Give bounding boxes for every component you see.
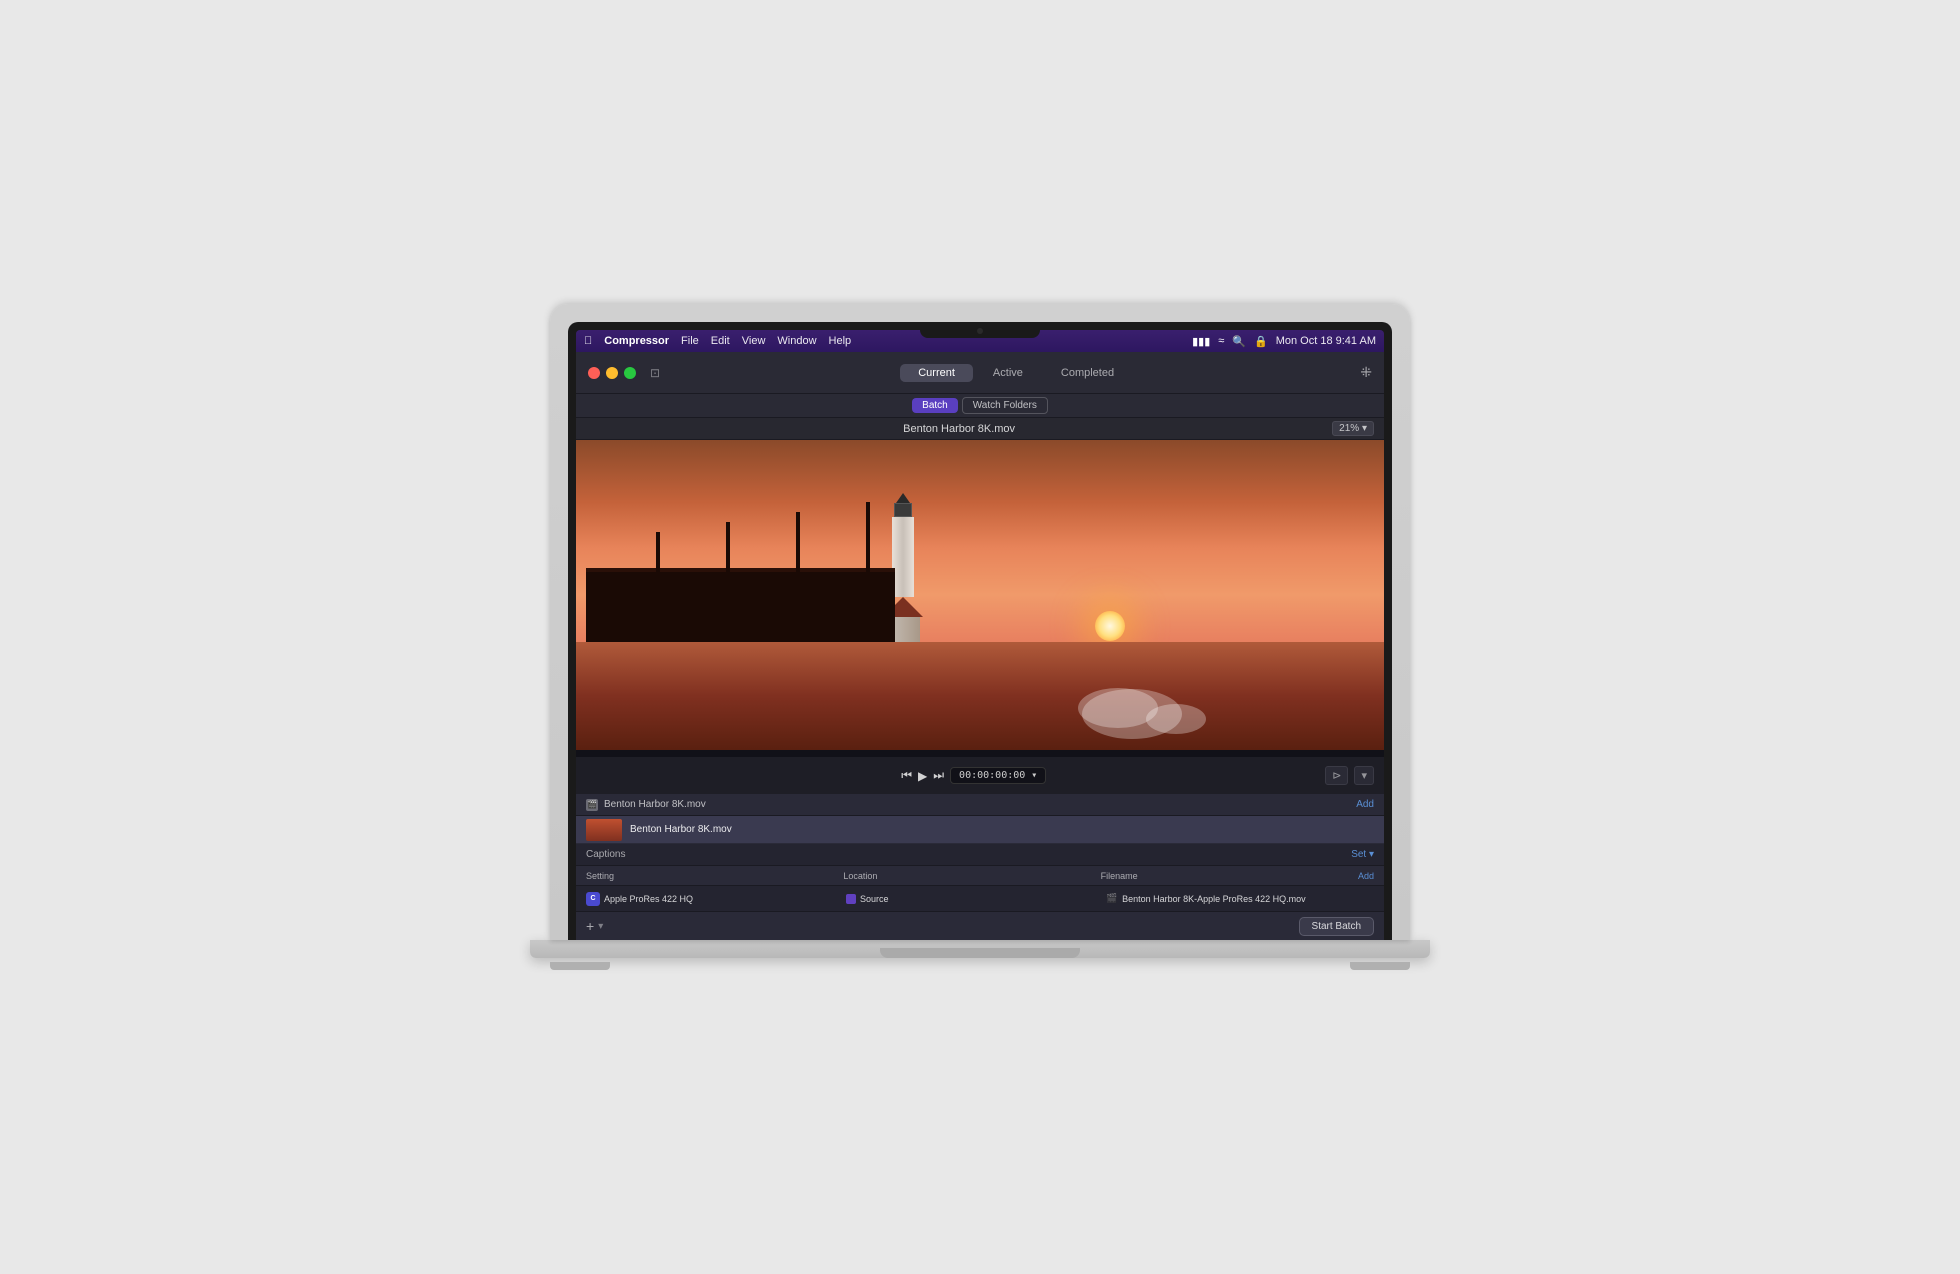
bottom-bar: + ▾ Start Batch	[576, 912, 1384, 940]
pier-post-4	[866, 502, 870, 572]
pier-post-3	[796, 512, 800, 572]
batch-item[interactable]: Benton Harbor 8K.mov	[576, 816, 1384, 844]
location-name: Source	[860, 894, 1106, 904]
maximize-button[interactable]	[624, 367, 636, 379]
setting-name: Apple ProRes 422 HQ	[604, 894, 846, 904]
timeline-scrubber[interactable]	[576, 750, 1384, 756]
pier-post-1	[656, 532, 660, 572]
transport-controls: ⏮ ▶ ⏭ 00:00:00:00 ▾	[901, 767, 1046, 784]
battery-icon: ▮▮▮	[1192, 335, 1210, 348]
settings-header: Setting Location Filename Add	[576, 866, 1384, 886]
toolbar-right: ⁜	[1360, 364, 1384, 381]
output-filename: Benton Harbor 8K-Apple ProRes 422 HQ.mov	[1122, 894, 1306, 904]
captions-label: Captions	[586, 849, 1351, 860]
menu-view[interactable]: View	[742, 335, 766, 347]
watch-folders-button[interactable]: Watch Folders	[962, 397, 1048, 414]
laptop-feet	[520, 962, 1440, 970]
window-controls: ⊡	[576, 366, 672, 380]
water	[576, 642, 1384, 751]
captions-row: Captions Set ▾	[576, 844, 1384, 866]
datetime: Mon Oct 18 9:41 AM	[1276, 335, 1376, 347]
video-preview	[576, 440, 1384, 750]
transport-right: ⊳ ▾	[1325, 766, 1374, 785]
location-icon	[846, 894, 856, 904]
camera-dot	[977, 328, 983, 334]
menu-file[interactable]: File	[681, 335, 699, 347]
setting-col-header: Setting	[586, 871, 843, 881]
laptop-container:  Compressor File Edit View Window Help …	[550, 304, 1410, 970]
toolbar-tabs: Current Active Completed	[672, 364, 1360, 382]
location-col-header: Location	[843, 871, 1100, 881]
foot-left	[550, 962, 610, 970]
sidebar-toggle-icon[interactable]: ⊡	[650, 366, 660, 380]
captions-set-button[interactable]: Set ▾	[1351, 849, 1374, 860]
zoom-selector[interactable]: 21% ▾	[1332, 421, 1374, 436]
thumbnail-image	[586, 819, 622, 841]
sun-element	[1095, 611, 1125, 641]
apple-logo-icon: 	[584, 335, 592, 347]
output-file-icon: 🎬	[1106, 893, 1118, 905]
pier-deck	[586, 572, 895, 642]
expand-button[interactable]: ▾	[598, 921, 603, 932]
menu-window[interactable]: Window	[777, 335, 816, 347]
foot-right	[1350, 962, 1410, 970]
subtitle-bar: Batch Watch Folders	[576, 394, 1384, 418]
menubar-left:  Compressor File Edit View Window Help	[584, 335, 851, 347]
hinge	[880, 948, 1080, 958]
screen-bezel:  Compressor File Edit View Window Help …	[568, 322, 1392, 940]
settings-data-row[interactable]: C Apple ProRes 422 HQ Source 🎬 Benton Ha…	[576, 886, 1384, 912]
camera-notch	[920, 324, 1040, 338]
menubar-right: ▮▮▮ ≈ 🔍 🔒 Mon Oct 18 9:41 AM	[1192, 335, 1376, 348]
skip-forward-button[interactable]: ⏭	[933, 768, 944, 783]
laptop-lid:  Compressor File Edit View Window Help …	[550, 304, 1410, 940]
out-point-button[interactable]: ▾	[1354, 766, 1374, 785]
output-filename-col: 🎬 Benton Harbor 8K-Apple ProRes 422 HQ.m…	[1106, 892, 1374, 906]
search-icon[interactable]: 🔍	[1232, 335, 1246, 348]
filename-bar: Benton Harbor 8K.mov 21% ▾	[576, 418, 1384, 440]
batch-button[interactable]: Batch	[912, 398, 958, 413]
timecode-display: 00:00:00:00 ▾	[950, 767, 1046, 784]
menu-help[interactable]: Help	[829, 335, 852, 347]
play-button[interactable]: ▶	[918, 769, 927, 783]
setting-type-icon: C	[586, 892, 600, 906]
transport-bar: ⏮ ▶ ⏭ 00:00:00:00 ▾ ⊳ ▾	[576, 756, 1384, 794]
setting-col: C Apple ProRes 422 HQ	[586, 892, 846, 906]
toolbar: ⊡ Current Active Completed ⁜	[576, 352, 1384, 394]
location-col: Source	[846, 892, 1106, 906]
batch-file-header: 🎬 Benton Harbor 8K.mov Add	[576, 794, 1384, 816]
pier	[576, 471, 940, 642]
batch-item-name: Benton Harbor 8K.mov	[630, 824, 732, 835]
zoom-value: 21%	[1339, 423, 1359, 434]
setting-icon-letter: C	[590, 895, 595, 902]
video-filename: Benton Harbor 8K.mov	[586, 423, 1332, 435]
tab-active[interactable]: Active	[975, 364, 1041, 382]
tab-completed[interactable]: Completed	[1043, 364, 1132, 382]
file-icon: 🎬	[586, 799, 598, 811]
layout-icon[interactable]: ⁜	[1360, 364, 1372, 381]
screen:  Compressor File Edit View Window Help …	[576, 330, 1384, 940]
app-name: Compressor	[604, 335, 669, 347]
skip-back-button[interactable]: ⏮	[901, 768, 912, 783]
in-point-button[interactable]: ⊳	[1325, 766, 1348, 785]
close-button[interactable]	[588, 367, 600, 379]
wifi-icon: ≈	[1218, 335, 1224, 347]
batch-add-button[interactable]: Add	[1356, 799, 1374, 810]
settings-add-button[interactable]: Add	[1358, 871, 1374, 881]
tab-current[interactable]: Current	[900, 364, 973, 382]
menu-edit[interactable]: Edit	[711, 335, 730, 347]
zoom-control: 21% ▾	[1332, 421, 1374, 436]
wave-3	[1082, 689, 1182, 739]
start-batch-button[interactable]: Start Batch	[1299, 917, 1374, 936]
pier-post-2	[726, 522, 730, 572]
lock-icon: 🔒	[1254, 335, 1268, 348]
laptop-base	[530, 940, 1430, 958]
settings-cols: C Apple ProRes 422 HQ Source 🎬 Benton Ha…	[586, 892, 1374, 906]
minimize-button[interactable]	[606, 367, 618, 379]
menubar-items: File Edit View Window Help	[681, 335, 851, 347]
batch-source-name: Benton Harbor 8K.mov	[604, 799, 706, 810]
batch-item-thumbnail	[586, 819, 622, 841]
add-setting-button[interactable]: +	[586, 918, 594, 934]
filename-col-header: Filename	[1101, 871, 1358, 881]
